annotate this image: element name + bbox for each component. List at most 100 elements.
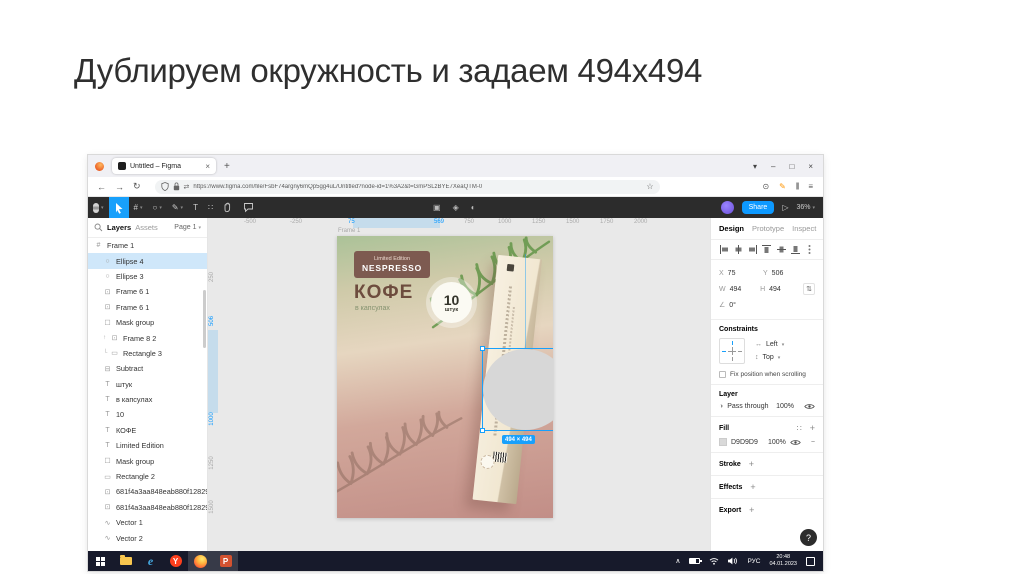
- sync-icon[interactable]: ⇄: [184, 183, 190, 191]
- internet-explorer-button[interactable]: e: [138, 551, 163, 571]
- layer-row-text-10[interactable]: T10: [88, 407, 207, 422]
- layer-row-text-kofe[interactable]: TКОФЕ: [88, 423, 207, 438]
- user-avatar[interactable]: [721, 201, 734, 214]
- list-tabs-icon[interactable]: ▾: [753, 162, 757, 171]
- vertical-constraint-dropdown[interactable]: ↕Top▾: [755, 354, 784, 361]
- constraints-widget[interactable]: [719, 338, 745, 364]
- selected-ellipse[interactable]: [483, 349, 553, 430]
- layer-row-ellipse-4[interactable]: ○Ellipse 4: [88, 253, 207, 268]
- layer-row-ellipse-3[interactable]: ○Ellipse 3: [88, 269, 207, 284]
- eye-icon[interactable]: [804, 403, 815, 410]
- action-center-icon[interactable]: [806, 557, 815, 566]
- tab-inspect[interactable]: Inspect: [792, 224, 816, 233]
- firefox-button[interactable]: [188, 551, 213, 571]
- layer-row-text-limited-edition[interactable]: TLimited Edition: [88, 438, 207, 453]
- address-bar[interactable]: ⇄ https://www.figma.com/file/FsbF74argny…: [155, 180, 660, 194]
- clock[interactable]: 20:48 04.01.2023: [769, 554, 797, 568]
- y-field[interactable]: Y506: [763, 270, 807, 277]
- fix-position-checkbox-row[interactable]: Fix position when scrolling: [719, 371, 815, 378]
- color-swatch[interactable]: [719, 438, 727, 446]
- lock-icon[interactable]: [173, 182, 180, 191]
- tab-design[interactable]: Design: [719, 224, 744, 233]
- resize-handle[interactable]: [480, 428, 485, 433]
- resources-tool-button[interactable]: ∷: [203, 197, 218, 218]
- layer-row-frame-8-2[interactable]: ↑⊡Frame 8 2: [88, 330, 207, 345]
- tab-assets[interactable]: Assets: [135, 223, 158, 232]
- layer-row-vector-2[interactable]: ∿Vector 2: [88, 530, 207, 545]
- layer-row-image-hash-1[interactable]: ⊡681f4a3aa848eab880f128292...: [88, 484, 207, 499]
- layer-row-frame-1[interactable]: #Frame 1: [88, 238, 207, 253]
- layer-row-frame-6-1b[interactable]: ⊡Frame 6 1: [88, 300, 207, 315]
- new-tab-button[interactable]: +: [224, 161, 230, 172]
- comment-tool-button[interactable]: [238, 197, 259, 218]
- fill-hex-value[interactable]: D9D9D9: [731, 439, 758, 446]
- layer-row-rectangle-3[interactable]: └▭Rectangle 3: [88, 346, 207, 361]
- design-frame[interactable]: Limited Edition NESPRESSO КОФЕ в капсула…: [337, 236, 553, 518]
- fill-opacity-field[interactable]: 100%: [768, 439, 786, 446]
- add-export-button[interactable]: +: [749, 505, 754, 515]
- resize-handle[interactable]: [480, 346, 485, 351]
- share-button[interactable]: Share: [742, 201, 775, 214]
- language-indicator[interactable]: РУС: [747, 558, 760, 565]
- move-tool-button[interactable]: [109, 197, 129, 218]
- edit-object-icon[interactable]: ▣: [433, 203, 441, 212]
- shape-tool-button[interactable]: ○▾: [147, 197, 166, 218]
- back-icon[interactable]: ←: [97, 182, 106, 192]
- account-icon[interactable]: ⊙: [762, 182, 769, 191]
- add-effect-button[interactable]: +: [750, 482, 755, 492]
- rotation-field[interactable]: ∠0°: [719, 301, 763, 309]
- powerpoint-button[interactable]: P: [213, 551, 238, 571]
- component-icon[interactable]: ◈: [453, 203, 459, 212]
- sidebars-icon[interactable]: |||: [796, 183, 798, 190]
- help-button[interactable]: ?: [800, 529, 817, 546]
- layer-row-subtract[interactable]: ⊟Subtract: [88, 361, 207, 376]
- tab-layers[interactable]: Layers: [107, 223, 131, 232]
- layer-opacity-field[interactable]: 100%: [776, 403, 794, 410]
- minimize-button[interactable]: –: [771, 162, 775, 171]
- text-tool-button[interactable]: T: [188, 197, 203, 218]
- close-button[interactable]: ×: [808, 162, 813, 171]
- horizontal-constraint-dropdown[interactable]: ↔Left▾: [755, 341, 784, 348]
- styles-icon[interactable]: ∷: [797, 424, 802, 433]
- layer-row-text-v-kapsulah[interactable]: Tв капсулах: [88, 392, 207, 407]
- canvas[interactable]: -500 -250 75 569 750 1000 1250 1500 1750…: [208, 218, 710, 551]
- browser-tab[interactable]: Untitled – Figma ×: [112, 158, 216, 174]
- selection-bounding-box[interactable]: [482, 348, 553, 431]
- checkbox-icon[interactable]: [719, 371, 726, 378]
- mask-icon[interactable]: ◐: [471, 203, 476, 212]
- layer-row-mask-group-2[interactable]: ☐Mask group: [88, 453, 207, 468]
- search-icon[interactable]: [94, 223, 103, 232]
- layer-row-image-hash-2[interactable]: ⊡681f4a3aa848eab880f128292...: [88, 500, 207, 515]
- tab-prototype[interactable]: Prototype: [752, 224, 784, 233]
- layers-scrollbar[interactable]: [203, 290, 206, 348]
- present-icon[interactable]: ▷: [782, 203, 788, 212]
- pen-tool-button[interactable]: ✎▾: [167, 197, 188, 218]
- forward-icon[interactable]: →: [115, 182, 124, 192]
- layer-row-rectangle-2[interactable]: ▭Rectangle 2: [88, 469, 207, 484]
- reload-icon[interactable]: ↻: [133, 181, 141, 192]
- fill-row[interactable]: D9D9D9 100% −: [719, 438, 815, 446]
- url-text[interactable]: https://www.figma.com/file/FsbF74argny6m…: [193, 184, 642, 190]
- x-field[interactable]: X75: [719, 270, 763, 277]
- constrain-proportions-icon[interactable]: ⇅: [803, 283, 815, 295]
- battery-icon[interactable]: [689, 558, 700, 564]
- pocket-icon[interactable]: ✎: [779, 182, 786, 191]
- height-field[interactable]: H494: [760, 286, 801, 293]
- layer-row-mask-group[interactable]: ☐Mask group: [88, 315, 207, 330]
- width-field[interactable]: W494: [719, 286, 760, 293]
- wifi-icon[interactable]: [709, 557, 719, 565]
- figma-menu-button[interactable]: ▾: [88, 197, 109, 218]
- remove-fill-button[interactable]: −: [811, 439, 815, 446]
- align-left-icon[interactable]: [719, 244, 730, 255]
- align-h-center-icon[interactable]: [733, 244, 744, 255]
- layer-row-vector-1[interactable]: ∿Vector 1: [88, 515, 207, 530]
- eye-icon[interactable]: [790, 439, 801, 446]
- align-top-icon[interactable]: [761, 244, 772, 255]
- start-button[interactable]: [88, 551, 113, 571]
- layer-row-frame-6-1[interactable]: ⊡Frame 6 1: [88, 284, 207, 299]
- page-selector[interactable]: Page 1 ▾: [174, 224, 201, 231]
- blend-mode-dropdown[interactable]: Pass through: [727, 403, 768, 410]
- add-stroke-button[interactable]: +: [749, 459, 754, 469]
- frame-tool-button[interactable]: #▾: [129, 197, 148, 218]
- yandex-browser-button[interactable]: Y: [163, 551, 188, 571]
